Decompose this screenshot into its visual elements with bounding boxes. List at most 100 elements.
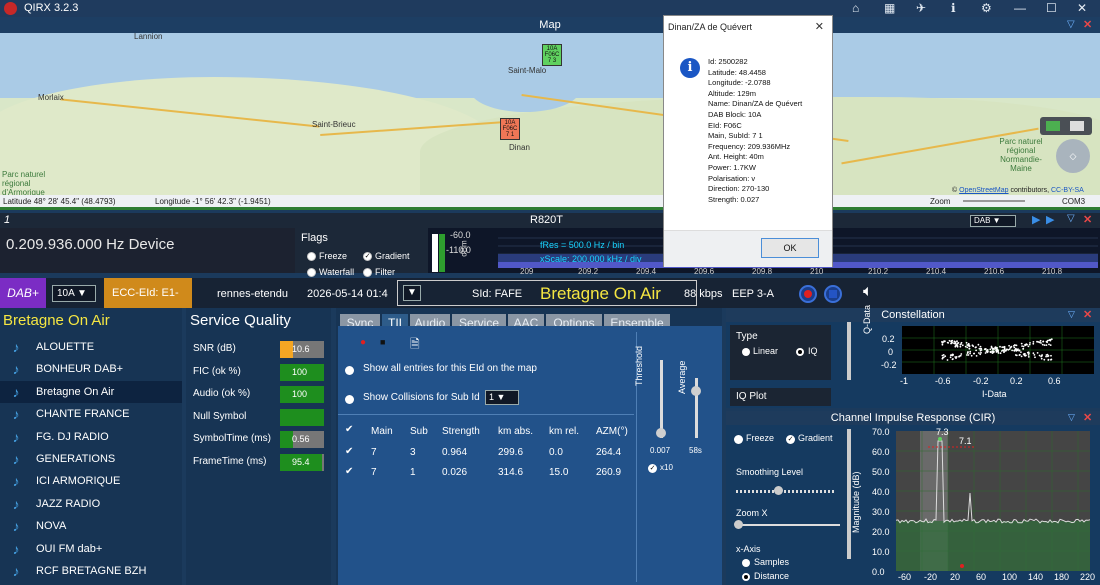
service-list-item[interactable]: ♪ FG. DJ RADIO <box>0 426 182 448</box>
close-panel-icon[interactable]: ✕ <box>1083 18 1092 31</box>
resolution-label: fRes = 500.0 Hz / bin <box>540 240 625 250</box>
row-check-icon[interactable]: ✔ <box>345 466 353 477</box>
service-dropdown[interactable]: ▼ <box>403 285 421 301</box>
zoom-slider[interactable] <box>963 200 1025 202</box>
x-tick: -0.2 <box>973 376 989 386</box>
service-list-panel: Bretagne On Air ♪ ALOUETTE ♪ BONHEUR DAB+ ♪ B… <box>0 308 182 585</box>
iq-radio[interactable] <box>796 348 804 356</box>
document-icon[interactable]: 🗎 <box>410 335 420 356</box>
collapse-icon[interactable]: ▽ <box>1067 213 1075 224</box>
osm-link[interactable]: OpenStreetMap <box>959 187 1008 194</box>
average-slider-thumb[interactable] <box>691 386 701 396</box>
quality-meter: 0.56 <box>280 431 324 448</box>
map-layer-toggle[interactable] <box>1040 117 1092 135</box>
dialog-info-line: Main, SubId: 7 1 <box>708 131 763 141</box>
x-tick: 0.2 <box>1010 376 1023 386</box>
dialog-close-icon[interactable]: ✕ <box>815 20 824 33</box>
service-list-item[interactable]: ♪ RCF BRETAGNE BZH <box>0 560 182 582</box>
collapse-icon[interactable]: ▽ <box>1068 412 1075 423</box>
iq-label: IQ <box>808 346 818 356</box>
service-list-item[interactable]: ♪ JAZZ RADIO <box>0 493 182 515</box>
y-tick: 70.0 <box>872 427 890 437</box>
info-icon[interactable]: ℹ <box>951 1 956 15</box>
x-tick: 140 <box>1028 572 1044 582</box>
waterfall-radio[interactable] <box>307 268 316 277</box>
threshold-slider-thumb[interactable] <box>656 428 666 438</box>
freeze-radio[interactable] <box>307 252 316 261</box>
q-data-label: Q-Data <box>862 304 872 334</box>
service-list-item[interactable]: ♪ ICI ARMORIQUE <box>0 470 182 492</box>
collapse-icon[interactable]: ▽ <box>1067 19 1075 30</box>
service-list-item[interactable]: ♪ GENERATIONS <box>0 448 182 470</box>
collision-subid-dropdown[interactable]: 1 ▼ <box>485 390 519 405</box>
stop-square-icon[interactable]: ■ <box>380 337 385 347</box>
close-panel-icon[interactable]: ✕ <box>1083 411 1092 424</box>
maximize-icon[interactable]: ☐ <box>1046 1 1057 15</box>
cir-freeze-radio[interactable] <box>734 435 743 444</box>
device-name: R820T <box>530 214 564 226</box>
map-pan-control[interactable]: ◇ <box>1056 139 1090 173</box>
smoothing-slider-thumb[interactable] <box>774 486 783 495</box>
quality-label: FrameTime (ms) <box>193 455 267 467</box>
speaker-icon[interactable]: 🔈︎ <box>863 283 873 301</box>
service-list-item[interactable]: ♪ Bretagne On Air <box>0 380 182 403</box>
y-tick: -0.2 <box>881 360 897 370</box>
service-name: CHANTE FRANCE <box>36 408 130 421</box>
service-list-item[interactable]: ♪ CHANTE FRANCE <box>0 403 182 425</box>
close-panel-icon[interactable]: ✕ <box>1083 308 1092 321</box>
select-all-check-icon[interactable]: ✔ <box>345 424 353 435</box>
tii-panel: ● ■ 🗎 Show all entries for this EId on t… <box>338 326 722 585</box>
record-dot-icon[interactable]: ● <box>360 337 366 348</box>
table-cell: 299.6 <box>498 447 524 458</box>
service-name: Bretagne On Air <box>36 385 115 398</box>
map-panel[interactable]: Map ▽ ✕ Lannion Morlaix Saint-Malo Saint… <box>0 17 1100 210</box>
collapse-icon[interactable]: ▽ <box>1068 309 1075 320</box>
constellation-slider[interactable] <box>847 322 851 380</box>
minimize-icon[interactable]: — <box>1014 1 1026 15</box>
service-list-item[interactable]: ♪ OUI FM dab+ <box>0 538 182 560</box>
close-panel-icon[interactable]: ✕ <box>1083 213 1092 226</box>
filter-radio[interactable] <box>363 268 372 277</box>
music-note-icon: ♪ <box>12 383 20 400</box>
quality-value: 95.4 <box>292 456 310 467</box>
threshold-slider-track[interactable] <box>660 360 663 438</box>
play-next-icon[interactable]: ▶ <box>1046 213 1054 226</box>
service-list-item[interactable]: ♪ BONHEUR DAB+ <box>0 358 182 380</box>
linear-radio[interactable] <box>742 348 750 356</box>
distance-radio[interactable] <box>742 573 750 581</box>
y-tick: 30.0 <box>872 507 890 517</box>
show-collisions-radio[interactable] <box>345 395 354 404</box>
samples-radio[interactable] <box>742 559 750 567</box>
smoothing-slider-track[interactable] <box>736 490 836 493</box>
stop-button[interactable] <box>824 285 842 303</box>
place-label: Dinan <box>509 143 530 152</box>
park-label: Parc naturel régional Normandie-Maine <box>999 137 1043 173</box>
map-icon[interactable]: ▦ <box>884 1 895 15</box>
transmitter-marker[interactable]: 10A F06C 7 3 <box>542 44 562 66</box>
service-name: OUI FM dab+ <box>36 542 103 555</box>
settings-gear-icon[interactable]: ⚙ <box>981 1 992 15</box>
receiver-index: 1 <box>4 214 11 226</box>
transmitter-marker[interactable]: 10A F06C 7 1 <box>500 118 520 140</box>
constellation-plot <box>902 326 1094 374</box>
zoom-x-slider-thumb[interactable] <box>734 520 743 529</box>
x10-checkbox[interactable]: ✓ <box>648 464 657 473</box>
close-icon[interactable]: ✕ <box>1077 1 1087 15</box>
service-list-item[interactable]: ♪ ALOUETTE <box>0 336 182 358</box>
ok-button[interactable]: OK <box>761 238 819 258</box>
quality-value: 10.6 <box>292 344 310 354</box>
mode-dropdown[interactable]: DAB ▼ <box>970 215 1016 227</box>
place-label: Morlaix <box>38 93 64 102</box>
satellite-icon[interactable]: ✈ <box>916 1 926 15</box>
record-button[interactable] <box>799 285 817 303</box>
show-all-radio[interactable] <box>345 366 354 375</box>
home-icon[interactable]: ⌂ <box>852 1 859 15</box>
cir-gradient-checkbox[interactable]: ✓ <box>786 435 795 444</box>
license-link[interactable]: CC-BY-SA <box>1051 187 1084 194</box>
play-icon[interactable]: ▶ <box>1032 213 1040 226</box>
service-list-item[interactable]: ♪ NOVA <box>0 515 182 537</box>
row-check-icon[interactable]: ✔ <box>345 446 353 457</box>
block-dropdown[interactable]: 10A ▼ <box>52 285 96 302</box>
zoom-x-slider-track[interactable] <box>736 524 840 526</box>
gradient-checkbox[interactable]: ✓ <box>363 252 372 261</box>
